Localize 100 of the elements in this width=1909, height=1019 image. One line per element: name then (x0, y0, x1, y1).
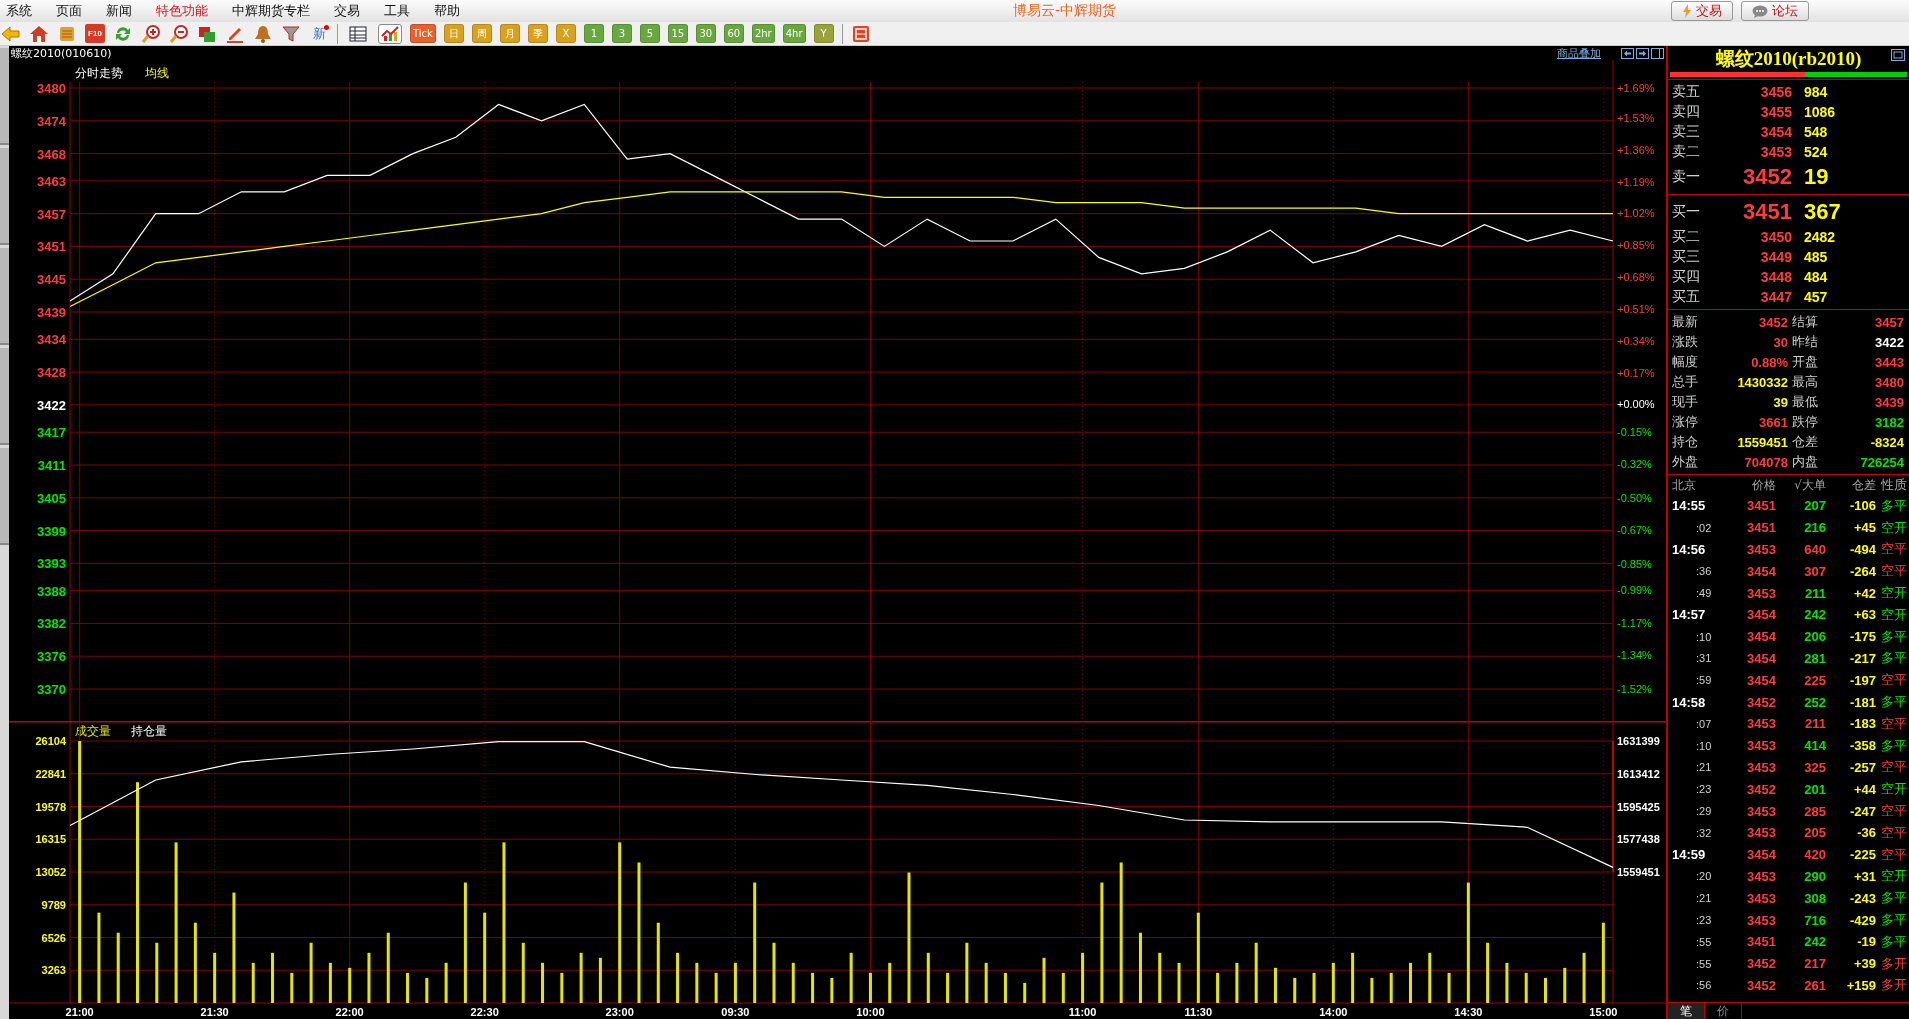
trade-button[interactable]: 交易 (1671, 1, 1733, 21)
menu-item[interactable]: 帮助 (428, 2, 472, 20)
axis-label: 3457 (37, 206, 66, 222)
period-button[interactable]: 30 (695, 24, 716, 43)
menu-item[interactable]: 新闻 (100, 2, 144, 20)
period-button[interactable]: 季 (527, 24, 548, 43)
axis-label: 14:00 (1319, 1006, 1348, 1018)
axis-label: 26104 (35, 735, 66, 747)
volume-bar (1370, 977, 1374, 1003)
menu-item[interactable]: 特色功能 (150, 2, 220, 20)
period-button[interactable]: 月 (499, 24, 520, 43)
zoom-out-icon[interactable] (169, 23, 189, 44)
menu-item[interactable]: 中辉期货专栏 (226, 2, 322, 20)
axis-label: 13052 (35, 866, 66, 878)
volume-bar (1273, 967, 1277, 1003)
time-cell-text: :49 (1695, 587, 1713, 600)
book-price: 3450 (1759, 229, 1792, 245)
diff-cell-text: -264 (1848, 563, 1876, 579)
volume-bar (888, 962, 892, 1003)
right-arrow-icon[interactable] (1636, 47, 1649, 59)
volume-bar (425, 977, 429, 1003)
chart-view-button[interactable] (378, 23, 402, 44)
volume-bar (1563, 967, 1567, 1003)
forum-button[interactable]: 论坛 (1741, 1, 1809, 21)
menu-item[interactable]: 页面 (50, 2, 94, 20)
book-volume: 1086 (1803, 104, 1836, 120)
menu-item[interactable]: 系统 (0, 2, 44, 20)
left-arrow-icon[interactable] (1621, 47, 1634, 59)
axis-label: -0.32% (1617, 458, 1652, 471)
diff-cell-text: -429 (1848, 912, 1876, 928)
table-view-button[interactable] (346, 23, 370, 44)
axis-label: +1.02% (1617, 207, 1655, 220)
stat-label: 跌停 (1791, 413, 1819, 431)
nature-cell-text: 空平 (1880, 540, 1907, 559)
time-cell-text: 14:56 (1671, 542, 1707, 557)
nature-cell-text: 空开 (1880, 780, 1907, 799)
axis-label: 1595425 (1617, 800, 1660, 813)
stat-value: 704078 (1743, 454, 1788, 470)
period-button[interactable]: 2hr (751, 24, 775, 43)
back-arrow-icon[interactable] (1, 23, 21, 44)
volume-bar (1331, 962, 1335, 1003)
f10-button[interactable]: F10 (85, 24, 105, 43)
axis-label: -0.85% (1617, 557, 1652, 570)
volume-bar (348, 967, 352, 1003)
maximize-icon[interactable] (1891, 49, 1905, 61)
menu-item[interactable]: 交易 (328, 2, 372, 20)
volume-bar (560, 972, 564, 1003)
period-button[interactable]: 日 (443, 24, 464, 43)
volume-bar (1351, 952, 1355, 1003)
price-cell-text: 3451 (1746, 498, 1776, 514)
overlay-link[interactable]: 商品叠加 (1557, 45, 1601, 61)
period-button[interactable]: 60 (723, 24, 744, 43)
period-button[interactable]: Y (813, 24, 834, 43)
period-button[interactable]: 周 (471, 24, 492, 43)
axis-label: 1559451 (1617, 866, 1660, 878)
bell-icon[interactable] (253, 23, 273, 44)
period-button[interactable]: 15 (667, 24, 688, 43)
axis-label: 3463 (37, 173, 66, 189)
axis-label: +0.00% (1617, 398, 1655, 411)
frame-icon[interactable] (850, 23, 871, 44)
price-cell-text: 3454 (1746, 650, 1776, 666)
volume-cell-text: 217 (1803, 956, 1826, 972)
volume-bar (830, 977, 834, 1003)
volume-bar (965, 942, 969, 1003)
panel-tab[interactable]: 笔 (1668, 1003, 1705, 1019)
volume-bar (579, 952, 583, 1003)
price-cell-text: 3454 (1746, 629, 1776, 645)
diff-cell-text: -225 (1848, 847, 1876, 863)
menu-item[interactable]: 工具 (378, 2, 422, 20)
volume-bar (1544, 977, 1547, 1003)
axis-label: +1.53% (1617, 111, 1655, 124)
volume-cell-text: 205 (1803, 825, 1826, 841)
legend-label: 分时走势 (75, 66, 123, 80)
time-cell-text: :23 (1695, 914, 1713, 927)
news-button[interactable]: 新 (309, 23, 329, 44)
period-button[interactable]: X (555, 24, 576, 43)
column-header: 价格 (1751, 476, 1776, 494)
zoom-in-icon[interactable] (141, 23, 161, 44)
volume-bar (1003, 972, 1007, 1003)
diff-cell-text: +44 (1852, 781, 1876, 797)
period-button[interactable]: 4hr (782, 24, 806, 43)
nature-cell-text: 空开 (1880, 518, 1907, 537)
period-button[interactable]: 5 (639, 24, 660, 43)
stat-label: 开盘 (1791, 353, 1819, 371)
volume-bar (309, 942, 313, 1003)
time-cell-text: :21 (1695, 892, 1713, 905)
panel-toggle-icon[interactable] (1651, 47, 1664, 59)
period-button[interactable]: Tick (410, 24, 436, 43)
axis-label: 3370 (37, 682, 66, 697)
time-cell-text: :55 (1695, 935, 1713, 948)
diff-cell-text: -197 (1848, 672, 1876, 688)
legend-label: 均线 (145, 66, 169, 80)
filter-icon[interactable] (281, 23, 301, 44)
time-cell-text: :59 (1695, 674, 1713, 687)
period-button[interactable]: 1 (583, 24, 604, 43)
price-cell-text: 3452 (1746, 694, 1776, 710)
home-icon[interactable] (29, 23, 49, 44)
time-cell-text: 14:58 (1671, 694, 1707, 710)
period-button[interactable]: 3 (611, 24, 632, 43)
volume-bar (521, 942, 525, 1003)
